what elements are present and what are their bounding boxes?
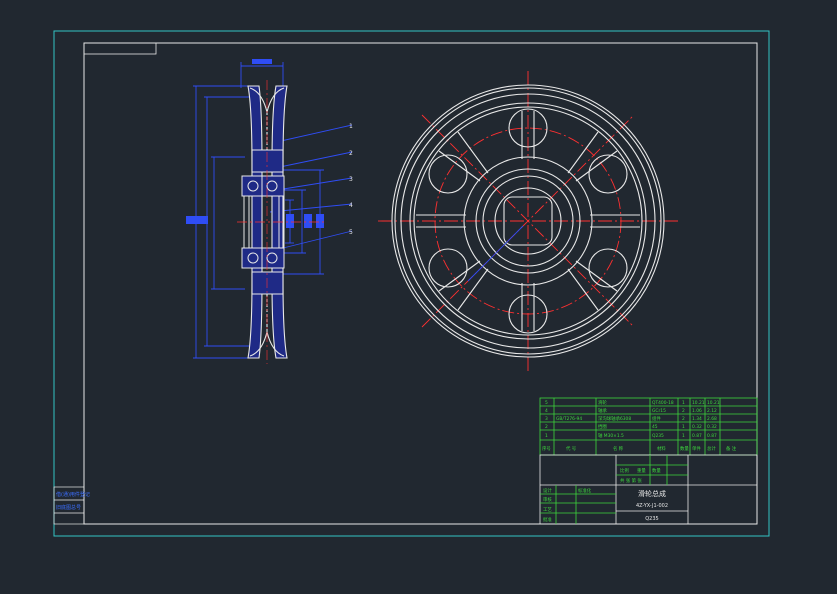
bom-row-5-total: 10.21: [707, 400, 720, 406]
bom-row-4-total: 2.12: [707, 408, 717, 414]
label-weight: 重量: [637, 467, 646, 474]
bearing-upper: [241, 175, 285, 197]
balloon-3: 3: [349, 176, 353, 183]
bom-row-3-code: GB/T276-94: [556, 416, 582, 422]
balloon-2: 2: [349, 150, 353, 157]
outer-frame: [53, 30, 770, 537]
drawing-no: 4Z-YX-J1-002: [636, 503, 668, 509]
part-balloons: 1 2 3 4 5: [349, 123, 353, 236]
bom-row-2-unit: 0.32: [692, 424, 702, 430]
label-qty: 数量: [652, 467, 661, 474]
side-stamp-1: 借(通)用件登记: [56, 491, 90, 498]
bom-row-2-no: 2: [545, 424, 548, 430]
bom-row-3-material: 组件: [652, 415, 661, 422]
bom-header-material: 材料: [657, 445, 666, 452]
bom-header-no: 序号: [542, 445, 551, 452]
bom-row-1-unit: 0.87: [692, 433, 702, 439]
signoff-stamp: 标准化: [578, 487, 592, 494]
bom-header-name: 名 称: [613, 445, 624, 452]
bom-header-qty: 数量: [680, 445, 689, 452]
bom-row-5-no: 5: [545, 400, 548, 406]
bom-row-3-qty: 2: [682, 416, 685, 422]
bom-row-2-material: 45: [652, 424, 658, 430]
bearing-lower: [241, 247, 285, 269]
bom-table: 5 滑轮 QT400-18 1 10.21 10.21 4 轴承 GCr15 2…: [542, 399, 737, 452]
bom-row-3-total: 2.68: [707, 416, 717, 422]
section-view: 1 2 3 4 5: [186, 59, 353, 364]
signoff-process: 工艺: [543, 507, 552, 513]
bom-header-unit: 单件: [692, 445, 701, 452]
bom-row-1-total: 0.87: [707, 433, 717, 439]
sheet-note: 共 张 第 张: [620, 477, 642, 484]
label-ratio: 比例: [620, 467, 629, 474]
bom-row-1-material: Q235: [652, 433, 664, 439]
bom-row-1-no: 1: [545, 433, 548, 439]
signoff-design: 设计: [543, 487, 552, 494]
top-left-code-box: [83, 42, 157, 55]
signoff-approve: 批准: [543, 516, 552, 523]
bom-row-5-qty: 1: [682, 400, 685, 406]
bom-row-4-qty: 2: [682, 408, 685, 414]
bom-row-4-no: 4: [545, 408, 548, 414]
bom-row-1-name: 轴 M30×1.5: [598, 432, 624, 439]
bom-row-4-name: 轴承: [598, 407, 607, 414]
front-view: [378, 71, 678, 371]
bom-row-5-unit: 10.21: [692, 400, 705, 406]
bom-row-3-unit: 1.34: [692, 416, 702, 422]
side-stamp-area: 借(通)用件登记 旧底图总号: [53, 486, 90, 525]
material: Q235: [645, 516, 658, 522]
bom-row-1-qty: 1: [682, 433, 685, 439]
part-name: 滑轮总成: [638, 489, 666, 498]
bom-header-total: 总计: [707, 445, 716, 452]
signoff-review: 审核: [543, 496, 552, 503]
bom-header-code: 代 号: [566, 445, 577, 452]
balloon-1: 1: [349, 123, 353, 130]
bom-row-5-material: QT400-18: [652, 400, 674, 406]
bom-header-remark: 备 注: [726, 445, 737, 452]
bom-row-4-unit: 1.06: [692, 408, 702, 414]
bom-row-2-qty: 1: [682, 424, 685, 430]
bom-row-2-total: 0.32: [707, 424, 717, 430]
bom-row-5-name: 滑轮: [598, 399, 607, 406]
bom-row-3-name: 深沟球轴承6308: [598, 415, 631, 422]
side-stamp-2: 旧底图总号: [56, 504, 81, 511]
bom-row-4-material: GCr15: [652, 408, 666, 414]
bom-row-2-name: 挡圈: [598, 423, 607, 430]
cad-drawing-canvas: 借(通)用件登记 旧底图总号 1 2 3 4 5 5 滑轮 QT400-18 1…: [53, 30, 770, 537]
balloon-5: 5: [349, 229, 353, 236]
balloon-4: 4: [349, 202, 353, 209]
bom-row-3-no: 3: [545, 416, 548, 422]
